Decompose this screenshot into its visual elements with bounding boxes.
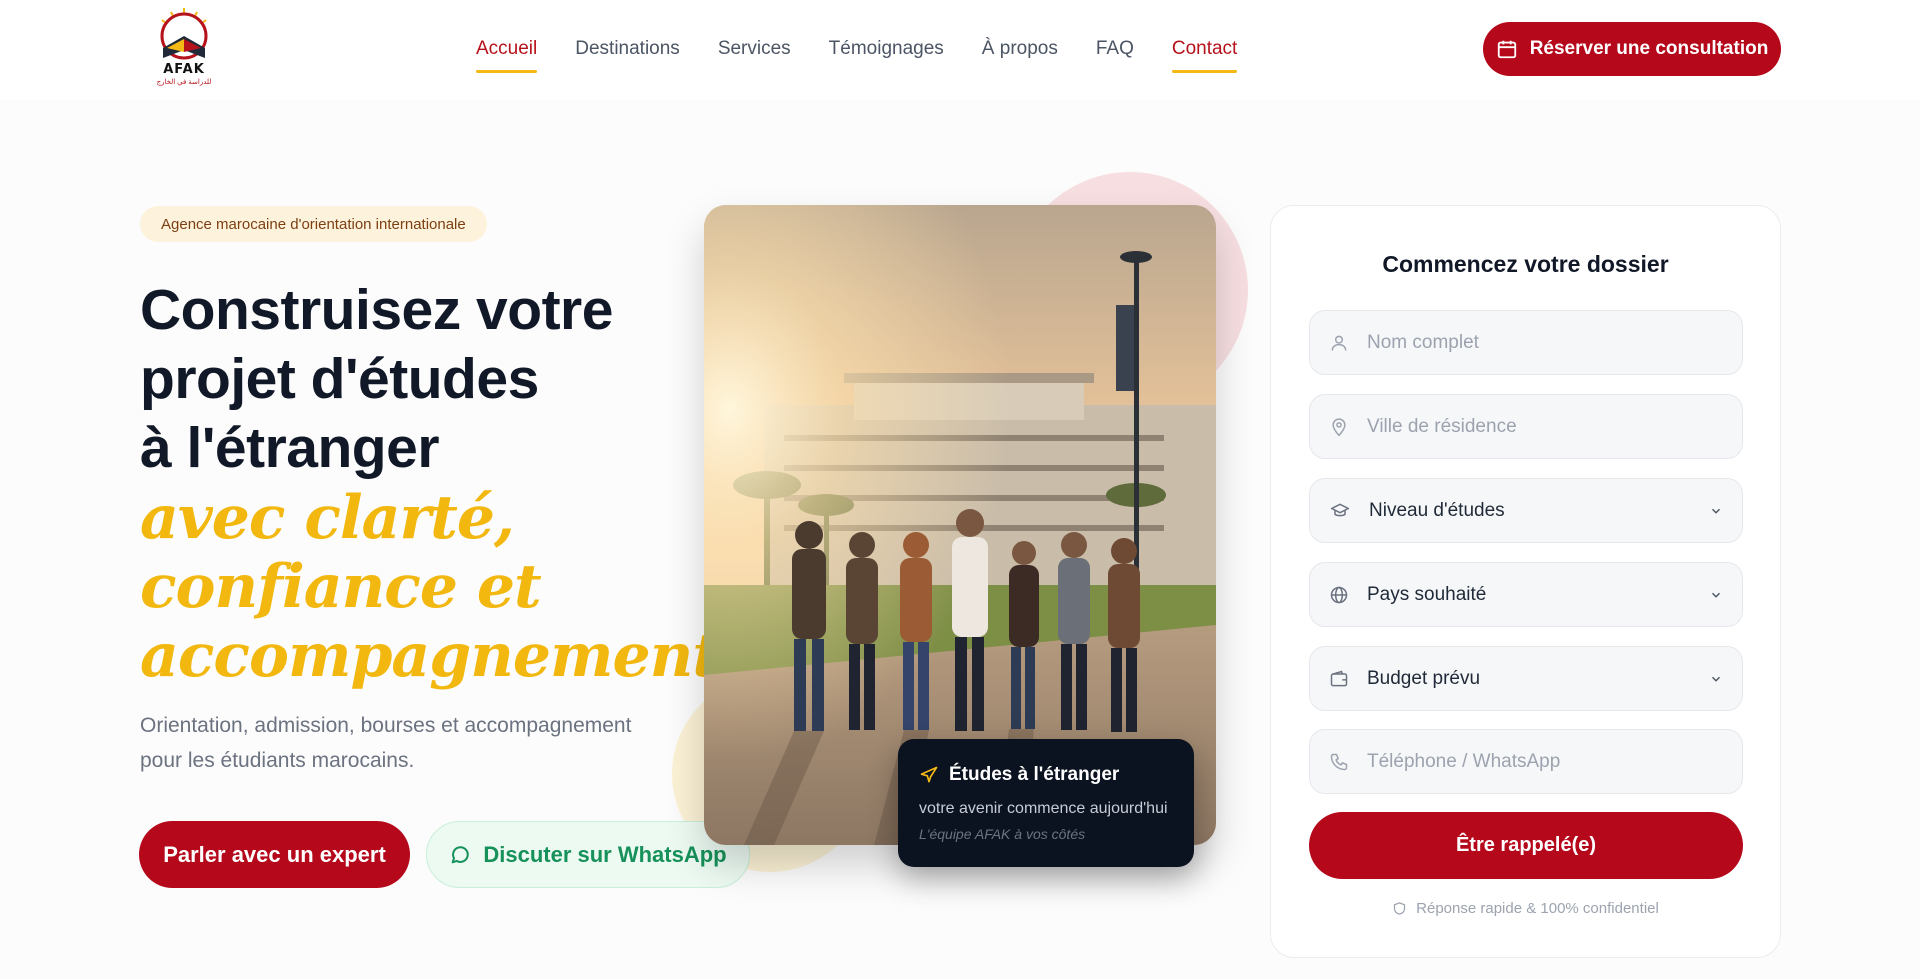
calendar-icon [1497, 40, 1516, 59]
accent-line-2: confiance et [140, 552, 542, 622]
chevron-down-icon [1711, 508, 1721, 514]
lead-form-card: Commencez votre dossier Niveau d'études … [1270, 205, 1781, 958]
logo-emblem-icon [160, 8, 208, 60]
hero-headline-accent: avec clarté, confiance et accompagnement… [140, 484, 740, 691]
nav-item-a-propos[interactable]: À propos [982, 38, 1058, 74]
shield-icon [1394, 902, 1406, 915]
accent-line-1: avec clarté, [140, 483, 515, 553]
globe-icon [1330, 586, 1348, 603]
form-title: Commencez votre dossier [1382, 251, 1669, 277]
whatsapp-button-label: Discuter sur WhatsApp [483, 841, 727, 867]
whatsapp-button[interactable]: Discuter sur WhatsApp [426, 821, 750, 888]
phone-field[interactable] [1309, 729, 1743, 794]
study-level-value: Niveau d'études [1369, 499, 1505, 521]
nav-item-contact[interactable]: Contact [1171, 38, 1238, 74]
caption-line: votre avenir commence aujourd'hui [919, 800, 1168, 817]
graduation-cap-icon [1330, 503, 1350, 516]
subtitle-line-1: Orientation, admission, bourses et accom… [140, 714, 632, 737]
phone-icon [1330, 753, 1348, 770]
form-note-text: Réponse rapide & 100% confidentiel [1416, 900, 1659, 917]
caption-signature: L'équipe AFAK à vos côtés [919, 826, 1086, 842]
logo-tagline: للدراسة في الخارج [156, 79, 212, 86]
book-consultation-button[interactable]: Réserver une consultation [1483, 22, 1781, 76]
airplane-icon [920, 766, 938, 783]
logo[interactable]: AFAK للدراسة في الخارج [148, 6, 220, 90]
book-consultation-label: Réserver une consultation [1529, 38, 1769, 59]
city-input[interactable] [1367, 415, 1723, 438]
hero-badge: Agence marocaine d'orientation internati… [140, 206, 487, 242]
form-note: Réponse rapide & 100% confidentiel [1271, 900, 1780, 917]
request-callback-button[interactable]: Être rappelé(e) [1309, 812, 1743, 879]
budget-value: Budget prévu [1367, 667, 1481, 689]
headline-line-2: projet d'études [140, 347, 539, 411]
site-header: AFAK للدراسة في الخارج Accueil Destinati… [0, 0, 1920, 100]
hero-subtitle: Orientation, admission, bourses et accom… [140, 708, 660, 778]
subtitle-line-2: pour les étudiants marocains. [140, 749, 415, 772]
country-select[interactable]: Pays souhaité [1309, 562, 1743, 627]
chevron-down-icon [1711, 676, 1721, 682]
map-pin-icon [1332, 417, 1346, 436]
study-level-select[interactable]: Niveau d'études [1309, 478, 1743, 543]
accent-line-3: accompagnement. [140, 621, 740, 691]
photo-caption-card: Études à l'étranger votre avenir commenc… [898, 739, 1194, 867]
name-input[interactable] [1367, 331, 1723, 354]
nav-item-temoignages[interactable]: Témoignages [829, 38, 944, 74]
hero-headline: Construisez votre projet d'études à l'ét… [140, 276, 700, 483]
talk-to-expert-button[interactable]: Parler avec un expert [139, 821, 410, 888]
city-field[interactable] [1309, 394, 1743, 459]
chevron-down-icon [1711, 592, 1721, 598]
name-field[interactable] [1309, 310, 1743, 375]
budget-select[interactable]: Budget prévu [1309, 646, 1743, 711]
nav-item-destinations[interactable]: Destinations [575, 38, 680, 74]
headline-line-3: à l'étranger [140, 416, 440, 480]
wallet-icon [1330, 670, 1348, 686]
nav-item-services[interactable]: Services [718, 38, 791, 74]
main-nav: Accueil Destinations Services Témoignage… [476, 38, 1275, 74]
caption-title: Études à l'étranger [949, 764, 1120, 785]
phone-input[interactable] [1367, 750, 1723, 773]
nav-item-accueil[interactable]: Accueil [476, 38, 538, 74]
nav-item-faq[interactable]: FAQ [1096, 38, 1134, 74]
logo-wordmark: AFAK [163, 62, 205, 77]
chat-bubble-icon [452, 845, 470, 863]
headline-line-1: Construisez votre [140, 278, 613, 342]
country-value: Pays souhaité [1367, 583, 1487, 605]
user-icon [1331, 335, 1347, 351]
